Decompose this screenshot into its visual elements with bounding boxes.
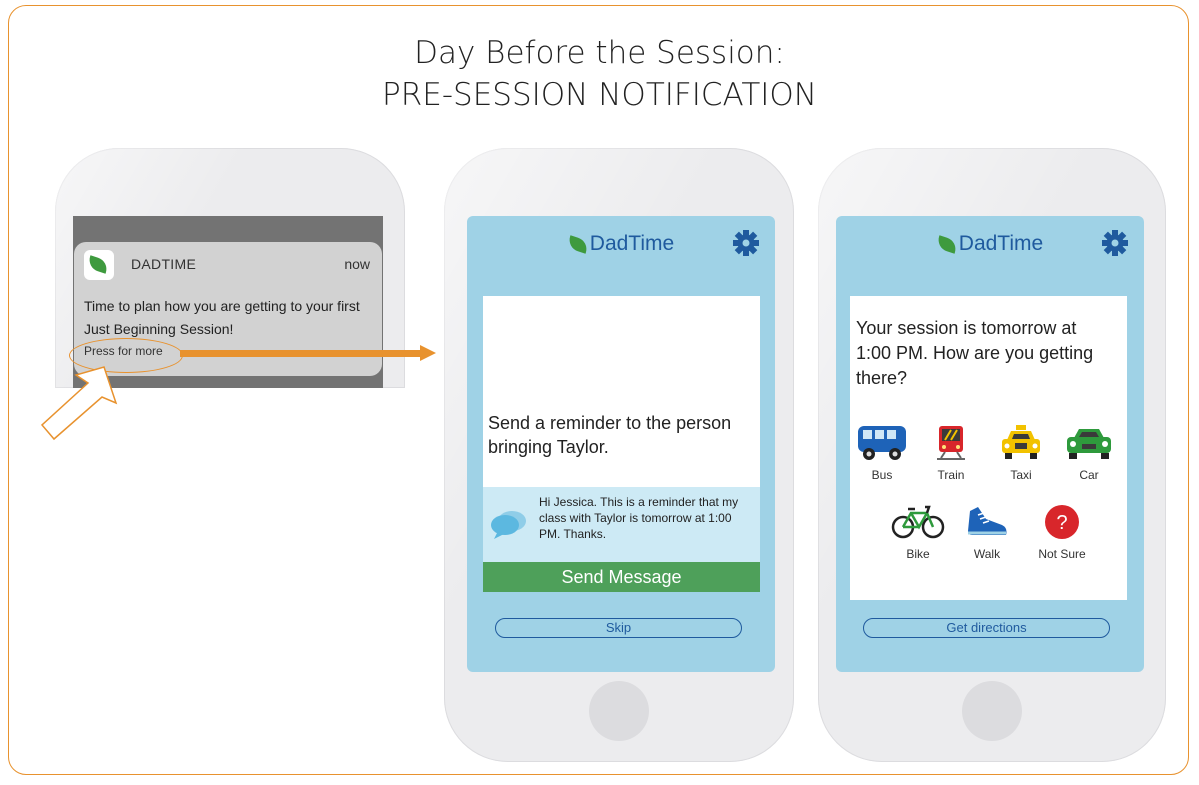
chat-bubble-icon — [491, 511, 526, 539]
app-header: DadTime — [836, 216, 1144, 278]
notification-time: now — [344, 256, 370, 272]
gear-icon[interactable] — [1102, 230, 1128, 256]
train-icon — [937, 426, 965, 460]
home-button[interactable] — [962, 681, 1022, 741]
car-icon — [1067, 429, 1111, 459]
mode-train[interactable]: Train — [923, 424, 979, 482]
brand-logo: DadTime — [836, 232, 1144, 256]
app-icon — [84, 250, 114, 280]
reminder-message-text: Hi Jessica. This is a reminder that my c… — [539, 495, 739, 541]
notification-message: Time to plan how you are getting to your… — [84, 298, 360, 337]
mode-label: Train — [937, 468, 965, 482]
mode-label: Not Sure — [1038, 547, 1086, 561]
skip-button[interactable]: Skip — [495, 618, 742, 638]
leaf-icon — [566, 235, 590, 254]
mode-label: Car — [1079, 468, 1099, 482]
mode-not-sure[interactable]: ? Not Sure — [1030, 503, 1094, 561]
mode-walk[interactable]: Walk — [959, 503, 1015, 561]
bike-icon — [891, 505, 945, 539]
title-line-1: Day Before the Session: — [414, 35, 785, 71]
notification-app-name: DADTIME — [131, 256, 197, 272]
bus-icon — [858, 426, 906, 460]
transport-card: Your session is tomorrow at 1:00 PM. How… — [850, 296, 1127, 600]
brand-name: DadTime — [589, 232, 675, 255]
mode-car[interactable]: Car — [1061, 424, 1117, 482]
mode-label: Taxi — [1010, 468, 1032, 482]
home-button[interactable] — [589, 681, 649, 741]
reminder-card: Send a reminder to the person bringing T… — [483, 296, 760, 592]
mode-bus[interactable]: Bus — [854, 424, 910, 482]
transport-question: Your session is tomorrow at 1:00 PM. How… — [856, 318, 1094, 388]
brand-name: DadTime — [958, 232, 1044, 255]
question-icon: ? — [1045, 505, 1079, 539]
reminder-screen: DadTime Send a reminder to the person br… — [467, 216, 775, 672]
message-preview[interactable]: Hi Jessica. This is a reminder that my c… — [483, 487, 760, 562]
mode-label: Bus — [871, 468, 893, 482]
brand-logo: DadTime — [467, 232, 775, 256]
mode-label: Walk — [973, 547, 1001, 561]
app-header: DadTime — [467, 216, 775, 278]
question-mark: ? — [1056, 512, 1067, 534]
flow-arrow — [180, 350, 423, 357]
send-message-button[interactable]: Send Message — [483, 562, 760, 592]
leaf-icon — [935, 235, 959, 254]
title-line-2: PRE-SESSION NOTIFICATION — [382, 77, 817, 113]
gear-icon[interactable] — [733, 230, 759, 256]
transport-screen: DadTime Your session is tomorrow at 1:00… — [836, 216, 1144, 672]
mode-bike[interactable]: Bike — [890, 503, 946, 561]
mode-label: Bike — [906, 547, 930, 561]
pointer-arrow-icon — [40, 366, 118, 441]
reminder-prompt: Send a reminder to the person bringing T… — [488, 413, 732, 457]
flow-arrow-head — [420, 345, 436, 361]
mode-taxi[interactable]: Taxi — [993, 424, 1049, 482]
get-directions-button[interactable]: Get directions — [863, 618, 1110, 638]
shoe-icon — [968, 507, 1007, 535]
leaf-icon — [86, 255, 110, 274]
page-title: Day Before the Session: PRE-SESSION NOTI… — [0, 32, 1199, 116]
taxi-icon — [1002, 425, 1040, 459]
